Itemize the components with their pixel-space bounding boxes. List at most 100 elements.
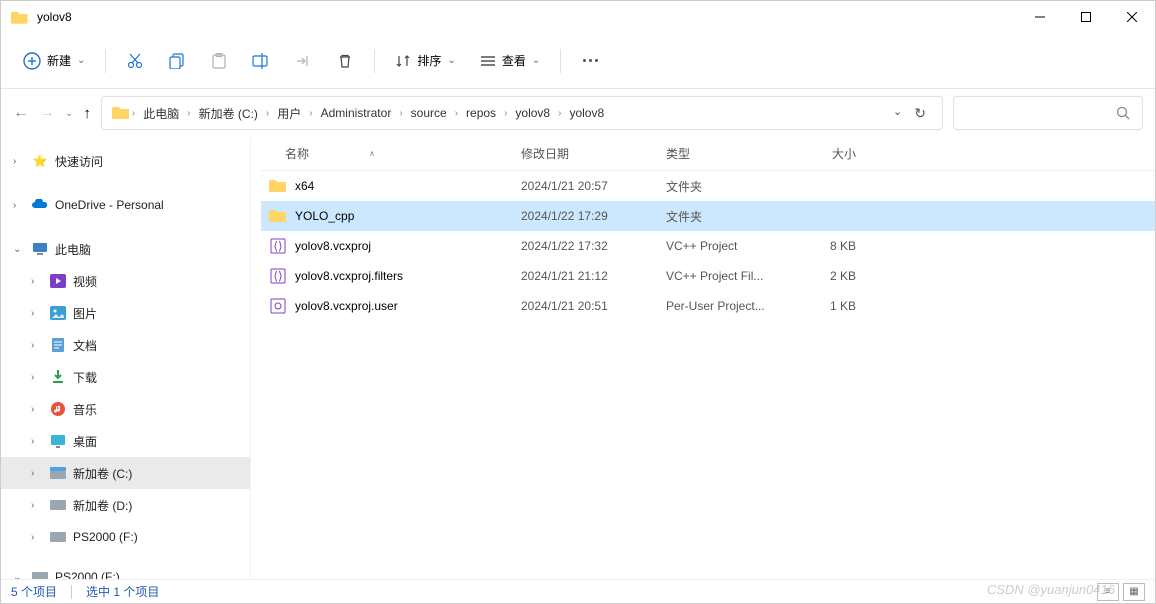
breadcrumb-item[interactable]: Administrator [315,102,398,124]
file-type: 文件夹 [666,178,786,195]
file-row[interactable]: x64 2024/1/21 20:57文件夹 [261,171,1155,201]
sidebar-item-downloads[interactable]: 下载 [1,361,250,393]
breadcrumb-item[interactable]: source [405,102,453,124]
file-row[interactable]: yolov8.vcxproj.user2024/1/21 20:51Per-Us… [261,291,1155,321]
chevron-right-icon: › [504,108,507,119]
chevron-right-icon[interactable] [31,404,43,415]
back-button[interactable]: ← [13,104,29,122]
file-date: 2024/1/21 20:57 [521,179,666,193]
sort-button[interactable]: 排序 ⌄ [385,46,465,75]
breadcrumb-item[interactable]: yolov8 [509,102,556,124]
breadcrumb-item[interactable]: yolov8 [563,102,610,124]
forward-button[interactable]: → [39,104,55,122]
history-chevron[interactable]: ⌄ [65,108,73,119]
star-icon: ⭐ [31,152,49,170]
item-count: 5 个项目 [11,583,57,600]
column-header-date[interactable]: 修改日期 [521,145,666,162]
sort-indicator-icon: ∧ [369,149,375,158]
file-row[interactable]: ⟨⟩yolov8.vcxproj2024/1/22 17:32VC++ Proj… [261,231,1155,261]
breadcrumb[interactable]: › 此电脑 › 新加卷 (C:) › 用户 › Administrator › … [101,96,943,130]
chevron-right-icon[interactable] [31,340,43,351]
drive-icon [49,528,67,546]
chevron-right-icon: › [187,108,190,119]
chevron-right-icon[interactable] [31,276,43,287]
chevron-down-icon[interactable] [13,244,25,255]
chevron-down-icon: ⌄ [77,55,85,66]
sidebar-item-documents[interactable]: 文档 [1,329,250,361]
file-name: x64 [295,179,314,193]
close-button[interactable] [1109,1,1155,33]
pictures-icon [49,304,67,322]
column-header-size[interactable]: 大小 [786,145,856,162]
breadcrumb-item[interactable]: repos [460,102,502,124]
sidebar-item-desktop[interactable]: 桌面 [1,425,250,457]
rename-button[interactable] [242,43,280,79]
chevron-right-icon[interactable] [31,308,43,319]
more-button[interactable] [571,51,610,70]
status-bar: 5 个项目 选中 1 个项目 ≡ ▦ [1,579,1155,603]
folder-icon [112,106,130,120]
chevron-right-icon[interactable] [31,500,43,511]
sidebar-item-drive-c[interactable]: 新加卷 (C:) [1,457,250,489]
video-icon [49,272,67,290]
sidebar-item-this-pc[interactable]: 此电脑 [1,233,250,265]
sidebar-item-quick-access[interactable]: ⭐ 快速访问 [1,145,250,177]
chevron-down-icon[interactable]: ⌄ [893,105,902,122]
sidebar-item-videos[interactable]: 视频 [1,265,250,297]
sidebar-item-drive-f2[interactable]: PS2000 (F:) [1,561,250,579]
chevron-right-icon: › [558,108,561,119]
file-type: VC++ Project [666,239,786,253]
chevron-right-icon[interactable] [13,156,25,167]
breadcrumb-item[interactable]: 此电脑 [137,101,185,126]
selected-count: 选中 1 个项目 [86,583,159,600]
separator [105,49,106,73]
file-row[interactable]: YOLO_cpp2024/1/22 17:29文件夹 [261,201,1155,231]
chevron-down-icon[interactable] [13,572,25,580]
chevron-right-icon[interactable] [31,468,43,479]
file-name: yolov8.vcxproj.filters [295,269,403,283]
chevron-right-icon[interactable] [31,436,43,447]
sidebar-item-onedrive[interactable]: OneDrive - Personal [1,189,250,221]
main-area: ⭐ 快速访问 OneDrive - Personal 此电脑 视频 图片 [1,137,1155,579]
sort-label: 排序 [417,52,441,69]
cut-button[interactable] [116,43,154,79]
column-header-name[interactable]: 名称∧ [261,145,521,162]
breadcrumb-item[interactable]: 用户 [271,101,307,126]
file-type: 文件夹 [666,208,786,225]
copy-button[interactable] [158,43,196,79]
chevron-right-icon[interactable] [31,372,43,383]
sidebar-item-music[interactable]: 音乐 [1,393,250,425]
file-row[interactable]: ⟨⟩yolov8.vcxproj.filters2024/1/21 21:12V… [261,261,1155,291]
breadcrumb-item[interactable]: 新加卷 (C:) [193,101,264,126]
refresh-button[interactable]: ↻ [914,105,926,122]
address-bar-row: ← → ⌄ ↑ › 此电脑 › 新加卷 (C:) › 用户 › Administ… [1,89,1155,137]
file-icon [269,297,287,315]
drive-icon [49,496,67,514]
column-headers: 名称∧ 修改日期 类型 大小 [261,137,1155,171]
share-button[interactable] [284,43,322,79]
cut-icon [126,52,144,70]
window-controls [1017,1,1155,33]
new-button[interactable]: 新建 ⌄ [13,46,95,76]
search-input[interactable] [953,96,1143,130]
file-type: VC++ Project Fil... [666,269,786,283]
column-header-type[interactable]: 类型 [666,145,786,162]
watermark: CSDN @yuanjun0416 [987,582,1115,597]
up-button[interactable]: ↑ [83,105,91,122]
title-bar: yolov8 [1,1,1155,33]
sidebar-item-pictures[interactable]: 图片 [1,297,250,329]
delete-button[interactable] [326,43,364,79]
sidebar-item-drive-d[interactable]: 新加卷 (D:) [1,489,250,521]
chevron-right-icon: › [455,108,458,119]
maximize-button[interactable] [1063,1,1109,33]
sidebar-item-drive-f1[interactable]: PS2000 (F:) [1,521,250,553]
view-button[interactable]: 查看 ⌄ [470,46,550,75]
chevron-right-icon[interactable] [31,532,43,543]
paste-button[interactable] [200,43,238,79]
paste-icon [211,53,227,69]
file-date: 2024/1/22 17:32 [521,239,666,253]
minimize-button[interactable] [1017,1,1063,33]
thumbnails-view-button[interactable]: ▦ [1123,583,1145,601]
desktop-icon [49,432,67,450]
chevron-right-icon[interactable] [13,200,25,211]
